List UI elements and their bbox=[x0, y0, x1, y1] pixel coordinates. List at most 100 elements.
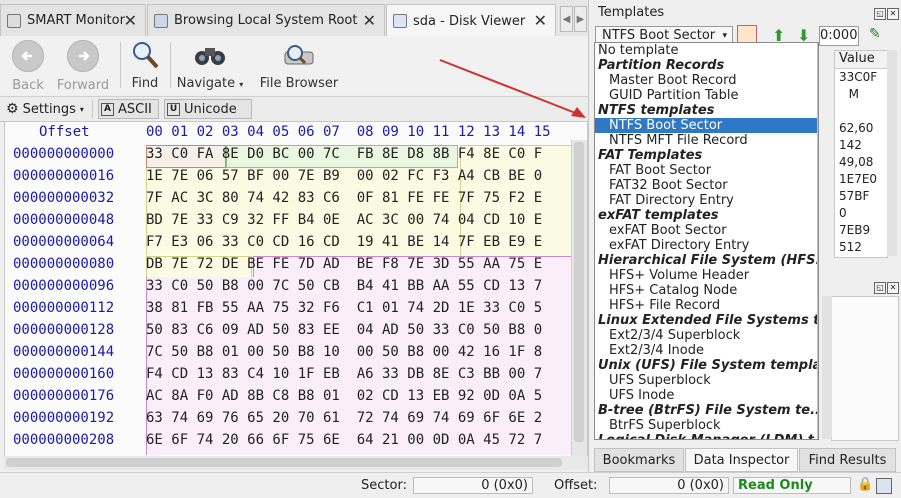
template-option[interactable]: UFS Superblock bbox=[595, 373, 818, 388]
folder-browser-icon bbox=[154, 13, 168, 28]
row-offset: 000000000112 bbox=[13, 300, 115, 316]
file-browser-button[interactable]: File Browser bbox=[258, 38, 340, 94]
file-browser-label: File Browser bbox=[259, 76, 339, 91]
dock-close-icon[interactable]: ✕ bbox=[887, 282, 899, 294]
row-bytes[interactable]: F4 CD 13 83 C4 10 1F EB A6 33 DB 8E C3 B… bbox=[146, 366, 542, 382]
find-button[interactable]: Find bbox=[126, 38, 164, 94]
unicode-toggle[interactable]: U Unicode bbox=[164, 99, 252, 119]
tab-scroll-right-button[interactable]: ▶ bbox=[574, 6, 587, 32]
tab-scroll-left-button[interactable]: ◀ bbox=[560, 6, 573, 32]
template-option[interactable]: FAT Boot Sector bbox=[595, 163, 818, 178]
row-bytes[interactable]: BD 7E 33 C9 32 FF B4 0E AC 3C 00 74 04 C… bbox=[146, 212, 542, 228]
tab-browsing-local-system-root[interactable]: Browsing Local System Root ✕ bbox=[147, 4, 385, 36]
template-option[interactable]: HFS+ Catalog Node bbox=[595, 283, 818, 298]
template-option[interactable]: BtrFS Superblock bbox=[595, 418, 818, 433]
template-option[interactable]: Ext2/3/4 Superblock bbox=[595, 328, 818, 343]
dropdown-scrollbar[interactable] bbox=[817, 43, 818, 439]
row-bytes[interactable]: DB 7E 72 DE BE FE 7D AD BE F8 7E 3D 55 A… bbox=[146, 256, 542, 272]
toolbar-separator bbox=[170, 42, 171, 88]
template-option[interactable]: Ext2/3/4 Inode bbox=[595, 343, 818, 358]
tab-label: sda - Disk Viewer bbox=[413, 13, 526, 29]
hex-editor-view[interactable]: Offset 00 01 02 03 04 05 06 07 08 09 10 … bbox=[4, 121, 588, 457]
row-offset: 000000000032 bbox=[13, 190, 115, 206]
dropdown-arrow-icon: ▾ bbox=[79, 104, 84, 114]
template-tree-scrollbar[interactable] bbox=[887, 50, 897, 256]
settings-button[interactable]: ⚙ Settings ▾ bbox=[6, 99, 84, 119]
navigate-button[interactable]: Navigate ▾ bbox=[176, 38, 244, 94]
ascii-icon: A bbox=[101, 102, 114, 116]
template-option[interactable]: FAT Directory Entry bbox=[595, 193, 818, 208]
ascii-toggle[interactable]: A ASCII bbox=[98, 99, 159, 119]
tab-label: Find Results bbox=[808, 452, 887, 468]
template-group-header: B-tree (BtrFS) File System te... bbox=[598, 403, 819, 418]
smart-monitor-icon bbox=[7, 13, 21, 28]
row-bytes[interactable]: 38 81 FB 55 AA 75 32 F6 C1 01 74 2D 1E 3… bbox=[146, 300, 542, 316]
row-bytes[interactable]: 1E 7E 06 57 BF 00 7E B9 00 02 FC F3 A4 C… bbox=[146, 168, 542, 184]
tab-disk-viewer[interactable]: sda - Disk Viewer ✕ bbox=[386, 4, 556, 37]
template-option[interactable]: exFAT Directory Entry bbox=[595, 238, 818, 253]
close-icon[interactable]: ✕ bbox=[363, 11, 376, 30]
tab-bookmarks[interactable]: Bookmarks bbox=[594, 448, 684, 472]
template-option[interactable]: NTFS MFT File Record bbox=[595, 133, 818, 148]
value-cell: 7EB9 bbox=[839, 223, 871, 237]
row-bytes[interactable]: 63 74 69 76 65 20 70 61 72 74 69 74 69 6… bbox=[146, 410, 542, 426]
inspector-panel bbox=[831, 296, 899, 441]
template-option[interactable]: Master Boot Record bbox=[595, 73, 818, 88]
ascii-label: ASCII bbox=[118, 101, 152, 117]
offset-value: 0 (0x0) bbox=[677, 478, 724, 493]
template-option[interactable]: FAT32 Boot Sector bbox=[595, 178, 818, 193]
dock-close-icon[interactable]: ✕ bbox=[887, 8, 899, 20]
row-bytes[interactable]: 33 C0 50 B8 00 7C 50 CB B4 41 BB AA 55 C… bbox=[146, 278, 542, 294]
lock-icon: 🔒 bbox=[857, 477, 874, 492]
row-bytes[interactable]: 7C 50 B8 01 00 50 B8 10 00 50 B8 00 42 1… bbox=[146, 344, 542, 360]
value-cell: 0 bbox=[839, 206, 847, 220]
back-arrow-icon bbox=[12, 40, 44, 72]
row-bytes[interactable]: 6E 6F 74 20 66 6F 75 6E 64 21 00 0D 0A 4… bbox=[146, 432, 542, 448]
pin-icon[interactable]: ✎ bbox=[869, 26, 881, 42]
row-bytes[interactable]: 50 83 C6 09 AD 50 83 EE 04 AD 50 33 C0 5… bbox=[146, 322, 542, 338]
row-bytes[interactable]: 7F AC 3C 80 74 42 83 C6 0F 81 FE FE 7F 7… bbox=[146, 190, 542, 206]
dock-float-icon[interactable]: ◱ bbox=[874, 8, 886, 20]
row-bytes[interactable]: 33 C0 FA 8E D0 BC 00 7C FB 8E D8 8B F4 8… bbox=[146, 146, 542, 162]
tab-label: SMART Monitor bbox=[27, 13, 125, 28]
read-only-badge: Read Only bbox=[733, 477, 851, 494]
value-cell bbox=[835, 103, 887, 120]
template-option[interactable]: UFS Inode bbox=[595, 388, 818, 403]
value-cell: 142 bbox=[839, 138, 862, 152]
scrollbar-thumb[interactable] bbox=[6, 458, 562, 467]
template-option[interactable]: exFAT Boot Sector bbox=[595, 223, 818, 238]
template-dropdown-list[interactable]: No template Partition Records Master Boot … bbox=[594, 42, 819, 440]
value-cell: 33C0F bbox=[839, 70, 878, 84]
tab-label: Browsing Local System Root bbox=[174, 13, 358, 28]
row-bytes[interactable]: F7 E3 06 33 C0 CD 16 CD 19 41 BE 14 7F E… bbox=[146, 234, 542, 250]
tab-find-results[interactable]: Find Results bbox=[799, 448, 896, 472]
dock-float-icon[interactable]: ◱ bbox=[874, 282, 886, 294]
back-button[interactable]: Back bbox=[8, 38, 48, 94]
unicode-label: Unicode bbox=[184, 101, 237, 117]
tab-data-inspector[interactable]: Data Inspector bbox=[685, 448, 798, 472]
tab-smart-monitor[interactable]: SMART Monitor ✕ bbox=[0, 4, 146, 36]
hex-vertical-scrollbar[interactable] bbox=[571, 140, 587, 456]
template-option[interactable]: GUID Partition Table bbox=[595, 88, 818, 103]
settings-separator bbox=[92, 100, 93, 118]
forward-button[interactable]: Forward bbox=[56, 38, 110, 94]
hard-drive-icon bbox=[281, 40, 317, 70]
template-offset-field[interactable]: 0:000 bbox=[819, 26, 859, 46]
value-cell: 57BF bbox=[839, 189, 870, 203]
template-option[interactable]: NTFS Boot Sector bbox=[595, 118, 818, 133]
value-cell: M bbox=[839, 87, 859, 101]
inspector-scrollbar[interactable] bbox=[822, 296, 832, 439]
template-group-header: NTFS templates bbox=[598, 103, 715, 118]
sector-field: 0 (0x0) bbox=[413, 477, 533, 494]
template-option[interactable]: No template bbox=[595, 43, 818, 58]
scrollbar-thumb[interactable] bbox=[574, 142, 584, 442]
row-bytes[interactable]: AC 8A F0 AD 8B C8 B8 01 02 CD 13 EB 92 0… bbox=[146, 388, 542, 404]
unicode-icon: U bbox=[167, 102, 180, 116]
tab-label: Data Inspector bbox=[693, 452, 790, 468]
template-option[interactable]: HFS+ Volume Header bbox=[595, 268, 818, 283]
template-option[interactable]: HFS+ File Record bbox=[595, 298, 818, 313]
close-icon[interactable]: ✕ bbox=[534, 11, 547, 30]
hex-horizontal-scrollbar[interactable] bbox=[4, 456, 588, 470]
template-value-column: Value 33C0F M 62,60 142 49,08 1E7E0 57BF 0 7EB9… bbox=[834, 50, 888, 258]
close-icon[interactable]: ✕ bbox=[124, 11, 137, 30]
